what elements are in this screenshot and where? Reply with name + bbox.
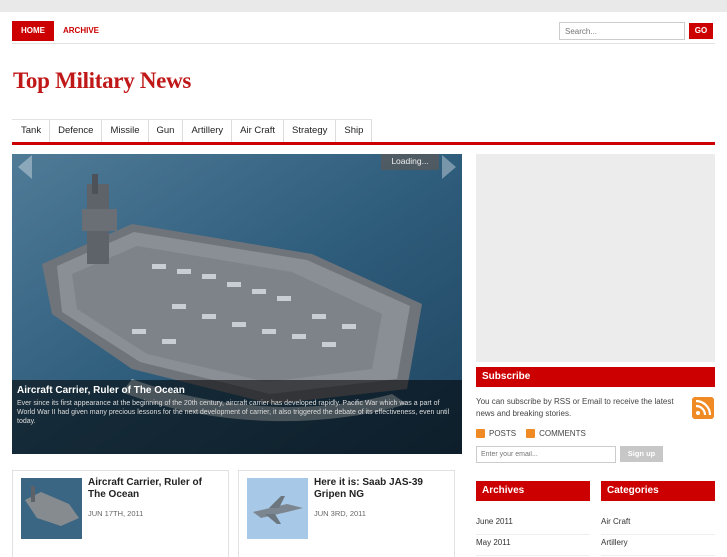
search-input[interactable] — [559, 22, 685, 40]
email-field[interactable] — [476, 446, 616, 463]
category-strategy[interactable]: Strategy — [284, 120, 337, 142]
subscribe-text: You can subscribe by RSS or Email to rec… — [476, 397, 674, 418]
category-artillery[interactable]: Artillery — [183, 120, 233, 142]
nav-archive-link[interactable]: ARCHIVE — [54, 21, 108, 41]
ad-placeholder — [476, 154, 715, 362]
post-thumbnail[interactable] — [21, 478, 82, 539]
post-thumbnail[interactable] — [247, 478, 308, 539]
category-tank[interactable]: Tank — [12, 120, 51, 142]
menu-underline — [12, 142, 715, 145]
featured-slider[interactable]: Loading... Aircraft Carrier, Ruler of Th… — [12, 154, 462, 454]
nav-home-link[interactable]: HOME — [12, 21, 54, 41]
rss-posts-link[interactable]: POSTS — [489, 429, 516, 438]
post-title[interactable]: Aircraft Carrier, Ruler of The Ocean — [88, 477, 218, 501]
top-nav: HOME ARCHIVE — [12, 21, 108, 41]
subscribe-heading: Subscribe — [476, 367, 715, 387]
post-card: Here it is: Saab JAS-39 Gripen NG JUN 3R… — [238, 470, 455, 557]
divider — [12, 43, 715, 44]
slider-title[interactable]: Aircraft Carrier, Ruler of The Ocean — [17, 385, 185, 396]
site-title[interactable]: Top Military News — [13, 68, 191, 94]
rss-comments-link[interactable]: COMMENTS — [539, 429, 586, 438]
rss-icon[interactable] — [692, 397, 714, 419]
rss-links: POSTS COMMENTS — [476, 429, 586, 438]
category-defence[interactable]: Defence — [50, 120, 103, 142]
category-link[interactable]: Air Craft — [601, 514, 715, 535]
signup-button[interactable]: Sign up — [620, 446, 663, 462]
slider-loading: Loading... — [381, 154, 439, 170]
category-ship[interactable]: Ship — [336, 120, 373, 142]
slider-next-icon[interactable] — [440, 154, 458, 180]
category-link[interactable]: Artillery — [601, 535, 715, 556]
archive-link[interactable]: June 2011 — [476, 514, 590, 535]
archives-heading: Archives — [476, 481, 590, 501]
slider-excerpt: Ever since its first appearance at the b… — [17, 400, 450, 425]
archive-link[interactable]: May 2011 — [476, 535, 590, 556]
slider-prev-icon[interactable] — [16, 154, 34, 180]
category-missile[interactable]: Missile — [102, 120, 149, 142]
rss-icon — [476, 429, 485, 438]
archives-list: June 2011 May 2011 — [476, 514, 590, 556]
post-date: JUN 3RD, 2011 — [314, 509, 366, 518]
post-title[interactable]: Here it is: Saab JAS-39 Gripen NG — [314, 477, 444, 501]
categories-heading: Categories — [601, 481, 715, 501]
rss-icon — [526, 429, 536, 438]
category-menu: Tank Defence Missile Gun Artillery Air C… — [12, 119, 373, 142]
page: HOME ARCHIVE GO Top Military News Tank D… — [0, 12, 727, 557]
post-date: JUN 17TH, 2011 — [88, 509, 144, 518]
search-go-button[interactable]: GO — [689, 23, 713, 39]
slider-caption: Aircraft Carrier, Ruler of The Ocean Eve… — [12, 380, 462, 454]
post-card: Aircraft Carrier, Ruler of The Ocean JUN… — [12, 470, 229, 557]
categories-list: Air Craft Artillery — [601, 514, 715, 556]
category-gun[interactable]: Gun — [149, 120, 184, 142]
category-air-craft[interactable]: Air Craft — [232, 120, 284, 142]
